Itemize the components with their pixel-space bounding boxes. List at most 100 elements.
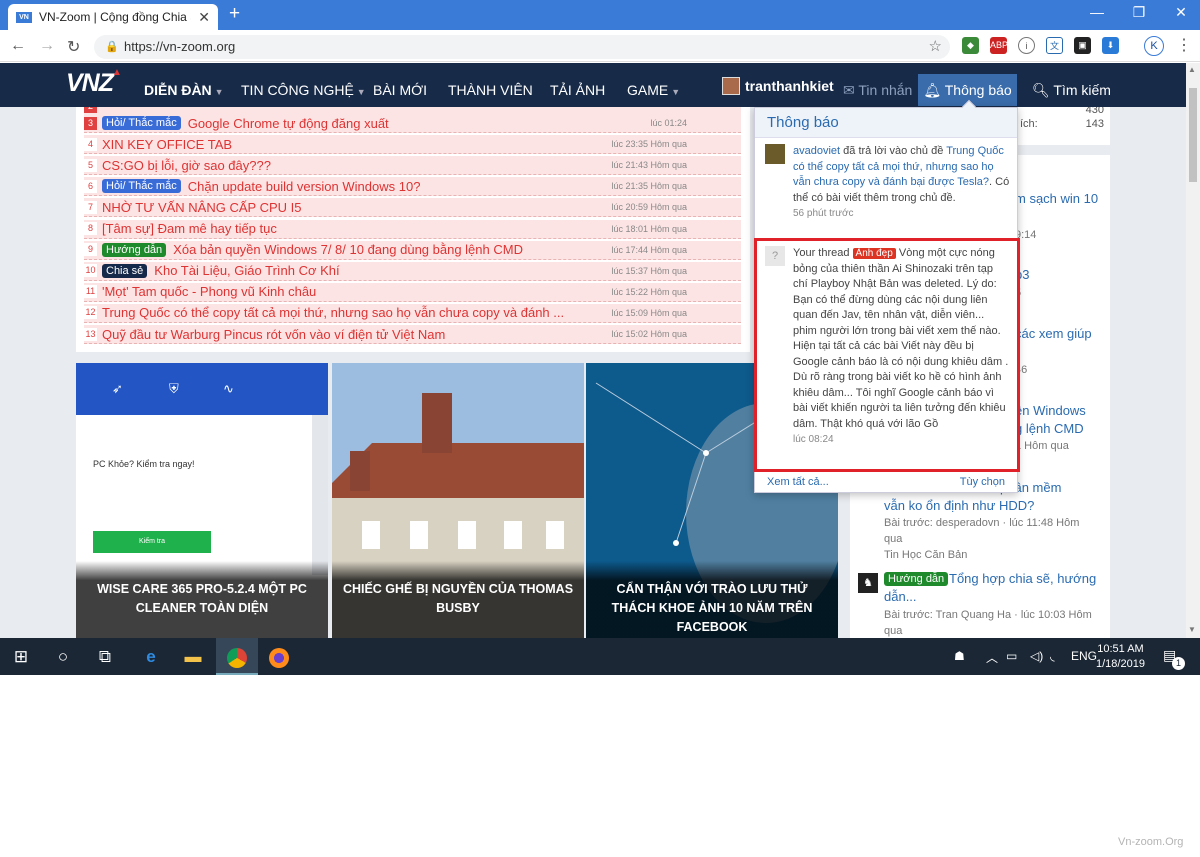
post-title[interactable]: m sạch win 10 [1015,191,1098,206]
extension-translate-icon[interactable]: 文 [1046,37,1063,54]
reload-icon[interactable]: ↻ [67,37,80,57]
language-indicator[interactable]: ENG [1071,649,1097,663]
adblock-icon[interactable]: ABP [990,37,1008,54]
minimize-icon[interactable]: — [1082,4,1112,20]
user-menu[interactable]: tranthanhkiet [722,75,834,97]
nav-members[interactable]: THÀNH VIÊN [448,82,533,98]
restore-icon[interactable]: ❐ [1124,4,1154,21]
browser-tab[interactable]: VN VN-Zoom | Cộng đồng Chia Sẻ Kiến Thức… [8,4,218,30]
post-title[interactable]: dẫn... [884,589,917,604]
options-link[interactable]: Tùy chọn [960,476,1005,488]
clock-date: 1/18/2019 [1096,658,1145,670]
chrome-icon[interactable] [216,638,258,675]
close-window-icon[interactable]: ✕ [1166,4,1196,21]
forum-name[interactable]: Tin Học Căn Bản [884,549,967,561]
pulse-icon: ∿ [223,381,234,396]
new-tab-icon[interactable]: + [229,4,240,24]
windows-start-icon[interactable]: ⊞ [0,638,42,675]
extension-gem-icon[interactable]: ◆ [962,37,979,54]
scroll-thumb[interactable] [1189,88,1197,182]
thread-title-link[interactable]: Kho Tài Liệu, Giáo Trình Cơ Khí [154,263,339,278]
thread-title-link[interactable]: Google Chrome tự động đăng xuất [188,116,389,131]
profile-avatar[interactable]: K [1144,36,1164,56]
search-label: Tìm kiếm [1053,82,1111,98]
thread-title-link[interactable]: Trung Quốc có thể copy tất cả mọi thứ, n… [102,305,564,320]
rank-badge: 11 [84,285,97,299]
featured-article-card[interactable]: CHIẾC GHẾ BỊ NGUYỀN CỦA THOMAS BUSBY [332,363,584,638]
download-icon[interactable]: ⬇ [1102,37,1119,54]
windows-taskbar: ⊞ ○ ⧉ e ▬ ☗ ︿ ▭ ◁) ◟ ENG 10:51 AM 1/18/2… [0,638,1200,675]
recent-threads-list: 2 3 Hỏi/ Thắc mắc Google Chrome tự động đă… [76,107,750,352]
browser-menu-icon[interactable]: ⋮ [1176,35,1192,55]
chevron-down-icon: ▼ [671,87,681,97]
thread-title-link[interactable]: [Tâm sự] Đam mê hay tiếp tục [102,221,277,236]
nav-upload-image[interactable]: TẢI ẢNH [550,82,605,98]
search-link[interactable]: 🔍︎ Tìm kiếm [1032,82,1111,99]
address-bar[interactable]: 🔒 https://vn-zoom.org ☆ [94,35,950,59]
thread-time: lúc 18:01 Hôm qua [611,223,687,234]
rank-badge: 5 [84,158,97,172]
task-view-icon[interactable]: ⧉ [84,638,126,675]
bookmark-star-icon[interactable]: ☆ [929,35,942,59]
extension-dark-icon[interactable]: ▣ [1074,37,1091,54]
thread-title-link[interactable]: XIN KEY OFFICE TAB [102,137,232,152]
firefox-icon[interactable] [258,638,300,675]
shield-icon: ⛨ [169,381,179,396]
battery-icon[interactable]: ▭ [1006,649,1017,663]
thread-title-link[interactable]: NHỜ TƯ VẤN NÂNG CẤP CPU I5 [102,200,301,215]
thread-title-link[interactable]: CS:GO bị lỗi, giờ sao đây??? [102,158,271,173]
edge-icon[interactable]: e [130,638,172,675]
app-header-bar: ➶ ⛨ ∿ [76,363,328,415]
santa-hat-icon: ▲ [112,67,122,78]
post-meta: qua [884,533,903,545]
site-logo[interactable]: VNZ ▲ [66,67,122,98]
post-title[interactable]: vẫn ko ổn định như HDD? [884,498,1034,513]
file-explorer-icon[interactable]: ▬ [172,638,214,675]
thread-prefix-tag[interactable]: Hướng dẫn [102,242,167,257]
messages-link[interactable]: ✉ Tin nhắn [843,82,912,99]
thread-prefix-tag[interactable]: Hỏi/ Thắc mắc [102,179,181,194]
thread-title-link[interactable]: 'Mọt' Tam quốc - Phong vũ Kinh châu [102,284,316,299]
featured-article-card[interactable]: ➶ ⛨ ∿ PC Khỏe? Kiểm tra ngay! Kiểm tra W… [76,363,328,638]
highlight-box [754,238,1020,472]
extension-circle-icon[interactable]: i [1018,37,1035,54]
nav-game[interactable]: GAME ▼ [627,82,680,98]
list-item: 4 XIN KEY OFFICE TAB lúc 23:35 Hôm qua [84,135,741,155]
clock[interactable]: 10:51 AM 1/18/2019 [1096,642,1145,672]
post-title[interactable]: ền Windows [1015,403,1086,418]
wifi-icon[interactable]: ◟ [1050,649,1055,663]
post-title[interactable]: các xem giúp [1015,326,1092,341]
notification-time: 56 phút trước [793,208,854,219]
close-tab-icon[interactable]: ✕ [198,9,210,26]
thread-time: lúc 15:37 Hôm qua [611,265,687,276]
thread-time: lúc 20:59 Hôm qua [611,202,687,213]
post-tag[interactable]: Hướng dẫn [884,572,949,586]
people-icon[interactable]: ☗ [954,649,965,663]
cortana-icon[interactable]: ○ [42,638,84,675]
thread-title-link[interactable]: Chặn update build version Windows 10? [188,179,421,194]
nav-tech-news[interactable]: TIN CÔNG NGHỆ ▼ [241,82,366,98]
page-scrollbar[interactable]: ▲ ▼ [1186,63,1200,638]
rank-badge: 3 [84,116,97,130]
nav-forum[interactable]: DIỄN ĐÀN ▼ [144,82,224,98]
back-icon[interactable]: ← [10,37,26,55]
volume-icon[interactable]: ◁) [1030,649,1043,663]
show-hidden-icons[interactable]: ︿ [986,649,998,666]
post-title[interactable]: g lệnh CMD [1015,421,1084,436]
card-caption: WISE CARE 365 PRO-5.2.4 MỘT PC CLEANER T… [76,561,328,638]
post-title[interactable]: Tổng hợp chia sẽ, hướng [949,571,1096,586]
check-button: Kiểm tra [93,531,211,553]
see-all-link[interactable]: Xem tất cả... [767,476,829,488]
notification-user-link[interactable]: avadoviet [793,145,840,157]
scroll-up-icon[interactable]: ▲ [1188,65,1196,74]
notification-item[interactable]: avadoviet đã trả lời vào chủ đề Trung Qu… [765,144,1011,222]
thread-title-link[interactable]: Xóa bản quyền Windows 7/ 8/ 10 đang dùng… [173,242,523,257]
forward-icon[interactable]: → [39,37,55,55]
thread-prefix-tag[interactable]: Chia sẻ [102,263,148,278]
scroll-down-icon[interactable]: ▼ [1188,625,1196,634]
thread-title-link[interactable]: Quỹ đầu tư Warburg Pincus rót vốn vào ví… [102,327,445,342]
thread-prefix-tag[interactable]: Hỏi/ Thắc mắc [102,116,181,130]
search-icon: 🔍︎ [1032,82,1054,98]
list-item: 6 Hỏi/ Thắc mắc Chặn update build version … [84,177,741,197]
nav-new-posts[interactable]: BÀI MỚI [373,82,427,98]
